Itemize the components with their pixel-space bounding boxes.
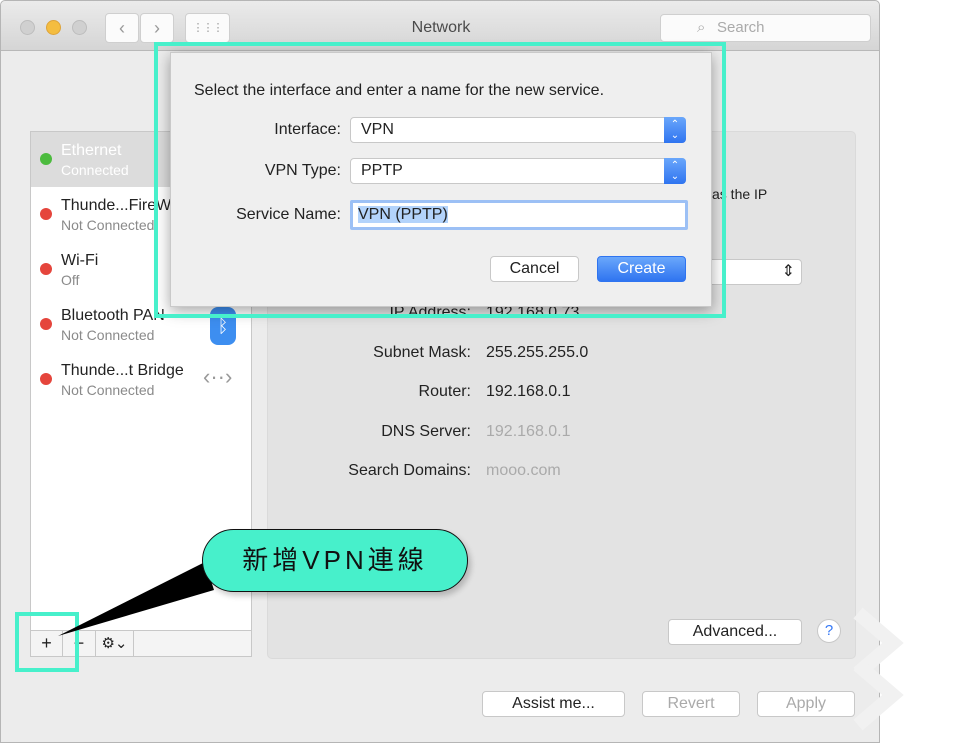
callout-bubble: 新增VPN連線 xyxy=(202,529,468,592)
callout-pointer xyxy=(58,562,904,731)
callout-tail xyxy=(58,562,214,636)
decorative-chevrons xyxy=(853,607,904,731)
